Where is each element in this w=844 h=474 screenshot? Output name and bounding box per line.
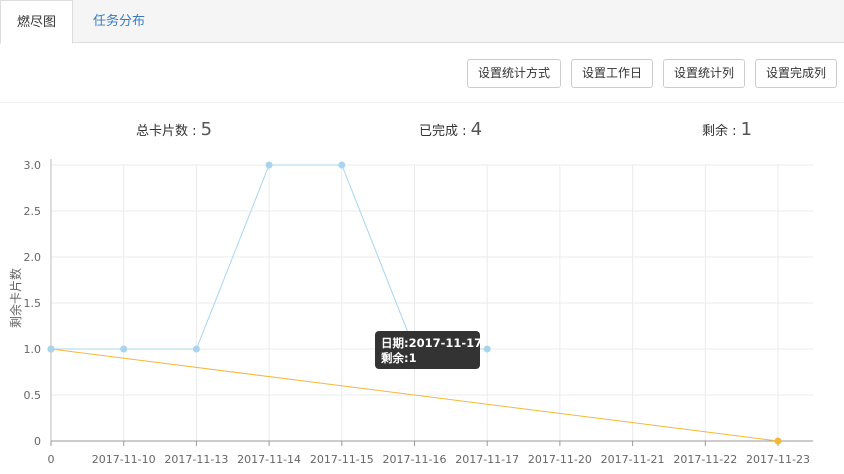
actual-series-point — [338, 161, 346, 169]
y-tick-label: 0 — [34, 435, 41, 448]
x-tick-label: 2017-11-22 — [673, 453, 737, 466]
tab-bar: 燃尽图 任务分布 — [0, 0, 844, 44]
ideal-series-point — [774, 437, 782, 445]
tab-burndown[interactable]: 燃尽图 — [0, 0, 73, 44]
actual-series-point — [120, 345, 128, 353]
actual-series-point — [47, 345, 55, 353]
x-tick-label: 2017-11-21 — [601, 453, 665, 466]
toolbar: 设置统计方式 设置工作日 设置统计列 设置完成列 — [0, 43, 844, 103]
set-workdays-button[interactable]: 设置工作日 — [571, 59, 653, 88]
y-tick-label: 1.5 — [24, 297, 42, 310]
x-tick-label: 2017-11-16 — [383, 453, 447, 466]
y-tick-label: 2.0 — [24, 251, 42, 264]
tooltip-date: 日期:2017-11-17 — [381, 336, 482, 350]
y-tick-label: 2.5 — [24, 205, 42, 218]
set-statistics-method-button[interactable]: 设置统计方式 — [467, 59, 561, 88]
done-cards-value: 4 — [470, 119, 483, 140]
chart-tooltip: 日期:2017-11-17剩余:1 — [375, 331, 482, 369]
y-tick-label: 0.5 — [24, 389, 42, 402]
set-statistics-column-button[interactable]: 设置统计列 — [663, 59, 745, 88]
y-tick-label: 1.0 — [24, 343, 42, 356]
remaining-cards-stat: 剩余 : 1 — [702, 118, 752, 144]
remaining-cards-label: 剩余 : — [702, 124, 737, 139]
burndown-chart: 0 0.5 1.0 1.5 2.0 2.5 3.0 0 2017-11-10 2017-11-13… — [8, 159, 813, 466]
y-axis-label: 剩余卡片数 — [8, 268, 23, 328]
actual-series-point — [483, 345, 491, 353]
x-tick-label: 2017-11-13 — [164, 453, 228, 466]
x-tick-label: 2017-11-10 — [92, 453, 156, 466]
done-cards-label: 已完成 : — [419, 124, 467, 139]
actual-series-point — [192, 345, 200, 353]
x-tick-label: 2017-11-20 — [528, 453, 592, 466]
set-done-column-button[interactable]: 设置完成列 — [755, 59, 837, 88]
x-tick-label: 2017-11-15 — [310, 453, 374, 466]
total-cards-label: 总卡片数 : — [136, 124, 197, 139]
remaining-cards-value: 1 — [740, 119, 753, 140]
x-tick-label: 2017-11-23 — [746, 453, 810, 466]
y-tick-label: 3.0 — [24, 159, 42, 172]
x-tick-label: 2017-11-14 — [237, 453, 301, 466]
tab-task-distribution[interactable]: 任务分布 — [78, 0, 160, 44]
tooltip-remaining: 剩余:1 — [381, 351, 417, 365]
actual-series-point — [265, 161, 273, 169]
stats-row: 总卡片数 : 5 已完成 : 4 剩余 : 1 — [0, 118, 844, 142]
x-tick-label: 0 — [48, 453, 55, 466]
total-cards-value: 5 — [200, 119, 213, 140]
done-cards-stat: 已完成 : 4 — [419, 118, 482, 144]
x-tick-label: 2017-11-17 — [455, 453, 519, 466]
total-cards-stat: 总卡片数 : 5 — [136, 118, 212, 144]
